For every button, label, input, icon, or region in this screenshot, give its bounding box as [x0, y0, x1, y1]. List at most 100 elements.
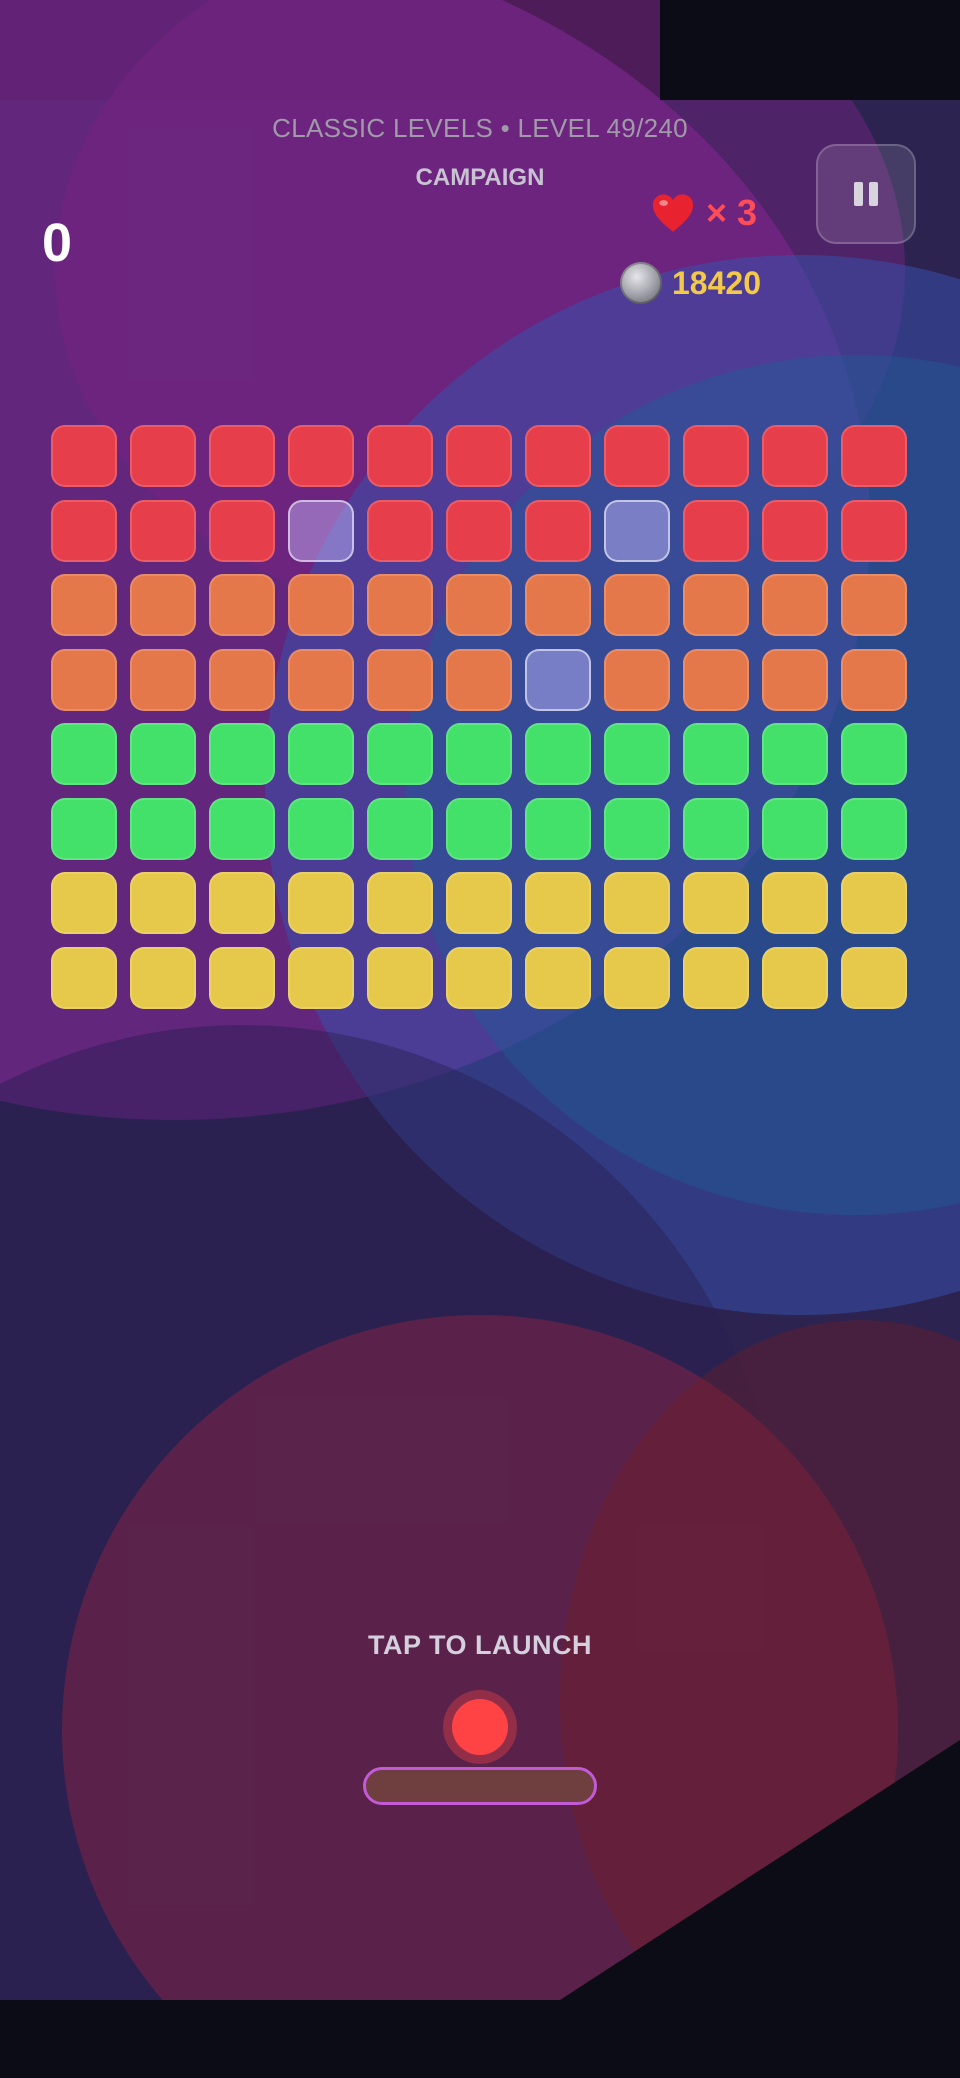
brick	[525, 797, 591, 860]
brick	[604, 574, 670, 636]
brick	[525, 425, 591, 487]
paddle[interactable]	[363, 1767, 597, 1805]
brick	[762, 797, 828, 860]
brick	[130, 946, 196, 1009]
pause-icon	[869, 182, 878, 206]
brick	[604, 946, 670, 1009]
empty-brick-slot	[288, 499, 354, 562]
brick	[288, 425, 354, 487]
brick	[683, 425, 749, 487]
brick	[51, 797, 117, 860]
brick	[841, 648, 907, 711]
brick	[367, 499, 433, 562]
brick	[525, 946, 591, 1009]
lives-counter: × 3	[650, 190, 757, 236]
brick	[51, 723, 117, 785]
brick	[209, 425, 275, 487]
pause-button[interactable]	[816, 144, 916, 244]
brick	[525, 574, 591, 636]
coin-icon	[620, 262, 662, 304]
game-stage[interactable]: CLASSIC LEVELS • LEVEL 49/240 CAMPAIGN 0…	[0, 0, 960, 2078]
empty-brick-slot	[525, 648, 591, 711]
brick	[288, 946, 354, 1009]
brick	[130, 574, 196, 636]
heart-icon	[652, 194, 694, 232]
brick	[209, 797, 275, 860]
brick	[762, 723, 828, 785]
brick	[209, 574, 275, 636]
brick	[367, 872, 433, 934]
brick	[604, 648, 670, 711]
brick	[288, 648, 354, 711]
brick	[762, 946, 828, 1009]
brick	[841, 723, 907, 785]
brick	[209, 723, 275, 785]
brick	[841, 425, 907, 487]
brick	[130, 723, 196, 785]
brick	[525, 499, 591, 562]
brick	[683, 946, 749, 1009]
brick	[604, 797, 670, 860]
brick	[841, 499, 907, 562]
brick	[288, 797, 354, 860]
brick	[51, 946, 117, 1009]
brick	[130, 872, 196, 934]
brick	[367, 946, 433, 1009]
brick	[446, 425, 512, 487]
background-corner	[660, 0, 960, 100]
lives-value: × 3	[706, 192, 758, 233]
brick	[367, 648, 433, 711]
brick	[762, 872, 828, 934]
brick	[51, 499, 117, 562]
brick	[130, 425, 196, 487]
brick	[367, 797, 433, 860]
brick	[762, 499, 828, 562]
brick	[683, 499, 749, 562]
brick	[762, 648, 828, 711]
brick	[841, 946, 907, 1009]
coin-counter: 18420	[620, 262, 761, 304]
brick	[130, 797, 196, 860]
brick	[683, 797, 749, 860]
brick	[367, 723, 433, 785]
brick	[130, 499, 196, 562]
brick	[446, 648, 512, 711]
brick	[288, 872, 354, 934]
empty-brick-slot	[604, 499, 670, 562]
pause-icon	[854, 182, 863, 206]
brick	[446, 872, 512, 934]
brick	[762, 425, 828, 487]
coin-value: 18420	[672, 264, 761, 301]
brick	[446, 574, 512, 636]
brick	[367, 574, 433, 636]
brick	[51, 872, 117, 934]
brick	[51, 425, 117, 487]
brick	[51, 574, 117, 636]
ball	[452, 1699, 508, 1755]
brick	[209, 946, 275, 1009]
brick	[683, 648, 749, 711]
brick	[130, 648, 196, 711]
brick	[525, 723, 591, 785]
tap-to-launch-prompt[interactable]: TAP TO LAUNCH	[0, 1630, 960, 1661]
brick	[51, 648, 117, 711]
brick	[446, 723, 512, 785]
brick	[446, 946, 512, 1009]
brick-grid	[51, 425, 911, 1010]
brick	[367, 425, 433, 487]
brick	[841, 797, 907, 860]
brick	[446, 499, 512, 562]
brick	[604, 872, 670, 934]
brick	[762, 574, 828, 636]
brick	[683, 574, 749, 636]
brick	[604, 425, 670, 487]
brick	[209, 648, 275, 711]
brick	[288, 723, 354, 785]
brick	[841, 872, 907, 934]
brick	[683, 872, 749, 934]
brick	[525, 872, 591, 934]
brick	[209, 872, 275, 934]
brick	[209, 499, 275, 562]
brick	[446, 797, 512, 860]
level-title: CLASSIC LEVELS • LEVEL 49/240	[272, 113, 688, 143]
